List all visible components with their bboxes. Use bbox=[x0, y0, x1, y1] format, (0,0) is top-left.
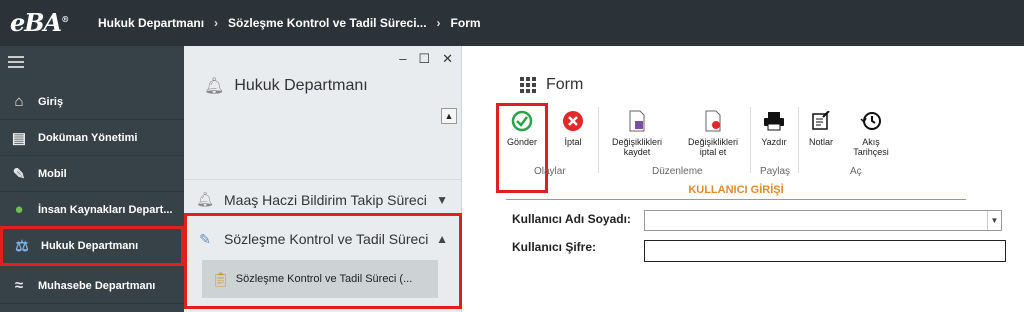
form-area: Form Gönder İptal Değişiklikleri kaydet bbox=[463, 46, 1024, 312]
group-label-open: Aç bbox=[850, 166, 862, 177]
chart-icon: ≈ bbox=[14, 277, 24, 294]
breadcrumb-item[interactable]: Hukuk Departmanı bbox=[98, 16, 204, 30]
printer-icon bbox=[754, 109, 794, 133]
send-button[interactable]: Gönder bbox=[502, 109, 542, 147]
nav-item-label: Giriş bbox=[38, 95, 64, 108]
password-label: Kullanıcı Şifre: bbox=[512, 240, 597, 254]
toolbar-divider bbox=[798, 107, 799, 173]
left-nav: ⌂ Giriş ▤ Doküman Yönetimi ✎ Mobil ● İns… bbox=[0, 46, 184, 312]
panel-title: 🔔︎ Hukuk Departmanı bbox=[204, 77, 368, 95]
maximize-icon[interactable]: ☐ bbox=[418, 51, 430, 67]
cancel-changes-button[interactable]: Değişiklikleri iptal et bbox=[680, 109, 746, 157]
nav-item-label: Muhasebe Departmanı bbox=[38, 279, 156, 292]
minimize-icon[interactable]: – bbox=[399, 51, 406, 67]
nav-item-accounting[interactable]: ≈ Muhasebe Departmanı bbox=[0, 268, 184, 304]
nav-item-label: Mobil bbox=[38, 167, 67, 180]
breadcrumb-item[interactable]: Form bbox=[451, 16, 481, 30]
process-subitem-label: Sözleşme Kontrol ve Tadil Süreci (... bbox=[235, 273, 413, 285]
cancel-button[interactable]: İptal bbox=[556, 109, 590, 147]
nav-item-label: İnsan Kaynakları Depart... bbox=[38, 203, 173, 216]
username-select[interactable]: ▼ bbox=[644, 210, 1002, 231]
notes-button[interactable]: Notlar bbox=[802, 109, 840, 147]
nav-item-mobile[interactable]: ✎ Mobil bbox=[0, 156, 184, 192]
form-toolbar: Gönder İptal Değişiklikleri kaydet Değiş… bbox=[496, 103, 1024, 193]
username-label: Kullanıcı Adı Soyadı: bbox=[512, 212, 631, 226]
close-icon[interactable]: ✕ bbox=[442, 51, 453, 67]
nav-item-label: Doküman Yönetimi bbox=[38, 131, 138, 144]
check-circle-icon bbox=[502, 109, 542, 133]
group-label-edit: Düzenleme bbox=[652, 166, 703, 177]
bell-icon: 🔔︎ bbox=[204, 78, 225, 95]
password-input[interactable] bbox=[644, 240, 1006, 262]
grid-icon bbox=[520, 77, 536, 93]
home-icon: ⌂ bbox=[14, 93, 24, 110]
toolbar-divider bbox=[750, 107, 751, 173]
form-title: Form bbox=[520, 76, 583, 94]
law-icon: ⚖ bbox=[15, 238, 29, 255]
nav-item-home[interactable]: ⌂ Giriş bbox=[0, 84, 184, 120]
history-icon bbox=[846, 109, 896, 133]
eba-logo[interactable]: eBA® bbox=[10, 8, 69, 37]
flow-history-button[interactable]: Akış Tarihçesi bbox=[846, 109, 896, 157]
group-label-actions: Olaylar bbox=[534, 166, 566, 177]
breadcrumb-item[interactable]: Sözleşme Kontrol ve Tadil Süreci... bbox=[228, 16, 427, 30]
process-subitem[interactable]: 📋︎ Sözleşme Kontrol ve Tadil Süreci (... bbox=[202, 260, 438, 298]
section-title: KULLANICI GİRİŞİ bbox=[506, 182, 966, 200]
cancel-document-icon bbox=[680, 109, 746, 133]
process-panel: – ☐ ✕ 🔔︎ Hukuk Departmanı ▲ 🔔︎ Maaş Hacz… bbox=[184, 46, 462, 312]
chat-icon: ✎ bbox=[199, 230, 211, 247]
breadcrumb-separator-icon: › bbox=[436, 16, 441, 30]
print-button[interactable]: Yazdır bbox=[754, 109, 794, 147]
process-item-label: Maaş Haczi Bildirim Takip Süreci bbox=[224, 191, 427, 208]
top-bar: eBA® Hukuk Departmanı › Sözleşme Kontrol… bbox=[0, 0, 1024, 46]
save-changes-button[interactable]: Değişiklikleri kaydet bbox=[604, 109, 670, 157]
process-item-label: Sözleşme Kontrol ve Tadil Süreci bbox=[224, 231, 429, 247]
nav-item-documents[interactable]: ▤ Doküman Yönetimi bbox=[0, 120, 184, 156]
mobile-icon: ✎ bbox=[12, 165, 26, 183]
chevron-down-icon[interactable]: ▼ bbox=[987, 211, 1001, 230]
window-controls: – ☐ ✕ bbox=[399, 51, 453, 67]
documents-icon: ▤ bbox=[11, 129, 27, 147]
nav-item-label: Hukuk Departmanı bbox=[41, 240, 139, 252]
chevron-down-icon[interactable]: ▼ bbox=[436, 193, 448, 207]
notes-icon bbox=[802, 109, 840, 133]
people-icon: ● bbox=[14, 201, 24, 218]
menu-icon[interactable] bbox=[8, 56, 24, 68]
nav-item-hr[interactable]: ● İnsan Kaynakları Depart... bbox=[0, 192, 184, 228]
group-label-share: Paylaş bbox=[760, 166, 791, 177]
toolbar-divider bbox=[598, 107, 599, 173]
chevron-up-icon[interactable]: ▲ bbox=[436, 232, 448, 246]
breadcrumb: Hukuk Departmanı › Sözleşme Kontrol ve T… bbox=[98, 16, 481, 30]
process-item-contract-control[interactable]: ✎ Sözleşme Kontrol ve Tadil Süreci ▲ bbox=[184, 219, 462, 259]
save-document-icon bbox=[604, 109, 670, 133]
breadcrumb-separator-icon: › bbox=[214, 16, 219, 30]
scroll-up-button[interactable]: ▲ bbox=[441, 108, 457, 124]
nav-item-legal[interactable]: ⚖ Hukuk Departmanı bbox=[0, 226, 184, 266]
bell-icon: 🔔︎ bbox=[196, 191, 214, 207]
clipboard-icon: 📋︎ bbox=[212, 270, 230, 287]
cancel-circle-icon bbox=[556, 109, 590, 133]
